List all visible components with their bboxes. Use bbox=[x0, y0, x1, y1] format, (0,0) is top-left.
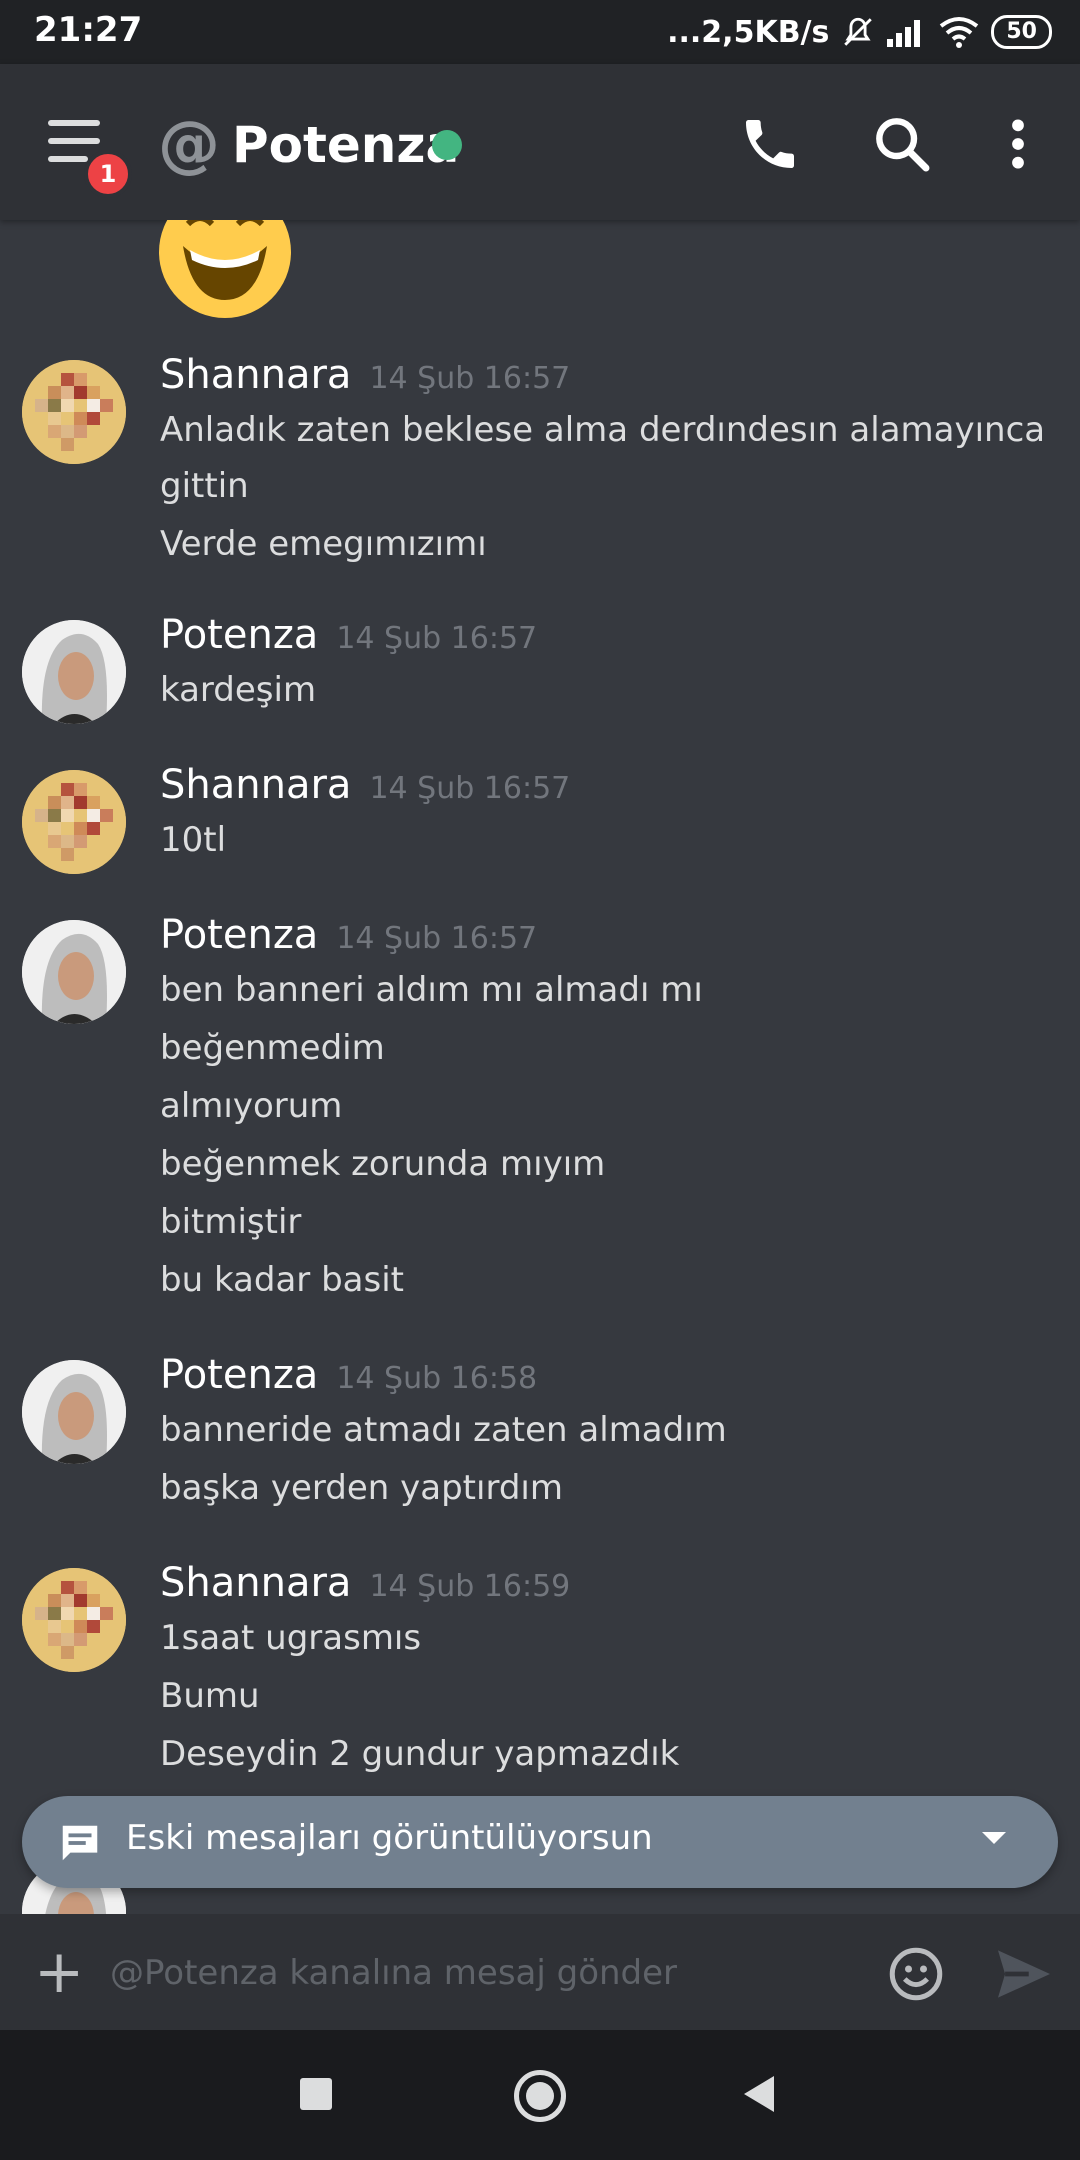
mute-bell-icon bbox=[844, 17, 873, 46]
author-name[interactable]: Potenza bbox=[160, 1352, 318, 1398]
author-name[interactable]: Potenza bbox=[160, 612, 318, 658]
message-group[interactable]: Potenza 14 Şub 16:57 ben banneri aldım m… bbox=[0, 912, 1080, 1300]
timestamp: 14 Şub 16:57 bbox=[336, 621, 538, 656]
chevron-down-icon[interactable] bbox=[982, 1832, 1006, 1844]
battery-indicator: 50 bbox=[991, 15, 1052, 49]
plus-icon[interactable]: + bbox=[34, 1942, 84, 2002]
message-text: kardeşim bbox=[160, 670, 317, 710]
message-list[interactable]: Shannara 14 Şub 16:57 Anladık zaten bekl… bbox=[0, 220, 1080, 1914]
app-header: 1 @ Potenza bbox=[0, 64, 1080, 220]
message-text: beğenmek zorunda mıyım bbox=[160, 1144, 606, 1184]
more-vertical-icon[interactable] bbox=[986, 112, 1050, 176]
message-composer: + bbox=[0, 1914, 1080, 2030]
message-text: 10tl bbox=[160, 820, 227, 860]
notification-badge: 1 bbox=[84, 150, 132, 198]
at-icon: @ bbox=[158, 107, 220, 180]
phone-icon[interactable] bbox=[738, 112, 802, 176]
status-bar: 21:27 ...2,5KB/s 50 bbox=[0, 0, 1080, 64]
message-group[interactable]: Shannara 14 Şub 16:59 1saat ugrasmıs Bum… bbox=[0, 1560, 1080, 1800]
message-group[interactable]: Shannara 14 Şub 16:57 10tl bbox=[0, 762, 1080, 882]
timestamp: 14 Şub 16:58 bbox=[336, 1361, 538, 1396]
avatar[interactable] bbox=[22, 920, 126, 1024]
send-icon[interactable] bbox=[994, 1948, 1054, 2000]
message-text: Anladık zaten beklese alma derdındesın a… bbox=[160, 410, 1046, 450]
viewing-old-messages-banner[interactable]: Eski mesajları görüntülüyorsun bbox=[22, 1796, 1058, 1888]
message-text: bitmiştir bbox=[160, 1202, 302, 1242]
message-header: Shannara 14 Şub 16:57 bbox=[160, 762, 570, 818]
recent-apps-icon[interactable] bbox=[300, 2078, 332, 2110]
author-name[interactable]: Shannara bbox=[160, 762, 351, 808]
status-indicators: ...2,5KB/s 50 bbox=[667, 10, 1052, 54]
status-time: 21:27 bbox=[34, 10, 143, 50]
smiley-icon[interactable] bbox=[886, 1944, 946, 2004]
message-text: Deseydin 2 gundur yapmazdık bbox=[160, 1734, 680, 1774]
author-name[interactable]: Potenza bbox=[160, 912, 318, 958]
avatar[interactable] bbox=[22, 620, 126, 724]
message-header: Potenza 14 Şub 16:58 bbox=[160, 1352, 537, 1408]
message-header: Shannara 14 Şub 16:57 bbox=[160, 352, 570, 408]
message-header: Potenza 14 Şub 16:57 bbox=[160, 912, 537, 968]
message-group[interactable]: Potenza 14 Şub 16:58 banneride atmadı za… bbox=[0, 1352, 1080, 1532]
message-text: almıyorum bbox=[160, 1086, 343, 1126]
avatar[interactable] bbox=[22, 1360, 126, 1464]
wifi-icon bbox=[940, 17, 979, 48]
message-group[interactable]: Shannara 14 Şub 16:57 Anladık zaten bekl… bbox=[0, 352, 1080, 564]
message-header: Shannara 14 Şub 16:59 bbox=[160, 1560, 570, 1616]
message-text: ben banneri aldım mı almadı mı bbox=[160, 970, 703, 1010]
banner-text: Eski mesajları görüntülüyorsun bbox=[126, 1818, 653, 1858]
online-status-dot bbox=[432, 130, 462, 160]
message-text: 1saat ugrasmıs bbox=[160, 1618, 422, 1658]
timestamp: 14 Şub 16:57 bbox=[369, 771, 571, 806]
channel-title[interactable]: Potenza bbox=[232, 114, 459, 176]
signal-icon bbox=[887, 20, 921, 47]
timestamp: 14 Şub 16:57 bbox=[336, 921, 538, 956]
message-text: beğenmedim bbox=[160, 1028, 385, 1068]
timestamp: 14 Şub 16:59 bbox=[369, 1569, 571, 1604]
message-input[interactable] bbox=[108, 1940, 872, 2006]
home-icon[interactable] bbox=[514, 2070, 566, 2122]
message-text: Bumu bbox=[160, 1676, 260, 1716]
message-text: bu kadar basit bbox=[160, 1260, 404, 1300]
search-icon[interactable] bbox=[870, 112, 934, 176]
chat-bubble-icon bbox=[62, 1825, 98, 1861]
grinning-emoji bbox=[159, 220, 291, 318]
message-header: Potenza 14 Şub 16:57 bbox=[160, 612, 537, 668]
avatar[interactable] bbox=[22, 360, 126, 464]
avatar[interactable] bbox=[22, 770, 126, 874]
avatar[interactable] bbox=[22, 1568, 126, 1672]
back-icon[interactable] bbox=[744, 2076, 774, 2112]
network-speed: ...2,5KB/s bbox=[667, 14, 830, 50]
author-name[interactable]: Shannara bbox=[160, 1560, 351, 1606]
message-text: banneride atmadı zaten almadım bbox=[160, 1410, 727, 1450]
message-text: Verde emegımızımı bbox=[160, 524, 487, 564]
message-group[interactable]: Potenza 14 Şub 16:57 kardeşim bbox=[0, 612, 1080, 732]
message-text: gittin bbox=[160, 466, 249, 506]
system-navigation-bar bbox=[0, 2030, 1080, 2160]
message-text: başka yerden yaptırdım bbox=[160, 1468, 563, 1508]
author-name[interactable]: Shannara bbox=[160, 352, 351, 398]
timestamp: 14 Şub 16:57 bbox=[369, 361, 571, 396]
